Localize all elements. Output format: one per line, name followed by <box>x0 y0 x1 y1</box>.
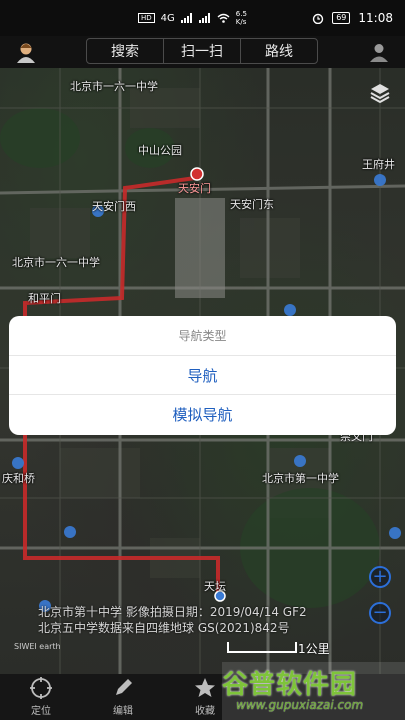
person-icon <box>370 44 388 62</box>
map-label: 北京市一六一中学 <box>12 256 100 269</box>
map-label: 天安门西 <box>92 200 136 213</box>
status-left: HD 4G 6.5 K/s <box>138 10 247 26</box>
crosshair-icon <box>30 677 52 699</box>
map-label: 和平门 <box>28 292 61 305</box>
top-bar: 搜索 扫一扫 路线 <box>0 36 405 68</box>
signal-icon <box>180 13 192 23</box>
map-label: 庆和桥 <box>2 472 35 485</box>
signal-icon-2 <box>198 13 210 23</box>
speed-indicator: 6.5 K/s <box>235 10 247 26</box>
map-label: 天安门 <box>178 182 211 195</box>
status-bar: HD 4G 6.5 K/s 69 11:08 <box>0 0 405 36</box>
hd-badge: HD <box>138 13 155 23</box>
layers-icon[interactable] <box>369 82 391 104</box>
alarm-icon <box>313 13 324 24</box>
zoom-out-button[interactable]: − <box>369 602 391 624</box>
locate-tab[interactable]: 定位 <box>0 674 82 720</box>
plus-icon: + <box>372 566 388 587</box>
simulate-navigate-option[interactable]: 模拟导航 <box>9 395 396 434</box>
scan-tab[interactable]: 扫一扫 <box>164 39 241 63</box>
map-label: 王府井 <box>362 158 395 171</box>
map-label: 中山公园 <box>138 144 182 157</box>
clock: 11:08 <box>358 11 393 25</box>
map-label: 天坛 <box>204 580 226 593</box>
map-label: 北京市第一中学 <box>262 472 339 485</box>
zoom-in-button[interactable]: + <box>369 566 391 588</box>
status-right: 69 11:08 <box>312 11 393 25</box>
watermark-title: 谷普软件园 <box>222 670 358 700</box>
watermark-url: www.gupuxiazai.com <box>236 698 364 712</box>
star-icon <box>195 678 215 697</box>
siwei-logo: SIWEI earth <box>14 642 61 651</box>
edit-tab[interactable]: 编辑 <box>82 674 164 720</box>
user-avatar-button[interactable] <box>12 38 40 66</box>
map-label: 天安门东 <box>230 198 274 211</box>
imagery-credit: 北京市第十中学 影像拍摄日期：2019/04/14 GF2 北京五中学数据来自四… <box>38 605 307 635</box>
map-label: 北京市一六一中学 <box>70 80 158 93</box>
top-segment-control: 搜索 扫一扫 路线 <box>86 38 318 64</box>
battery-indicator: 69 <box>332 12 351 24</box>
route-tab[interactable]: 路线 <box>241 39 317 63</box>
navigate-option[interactable]: 导航 <box>9 356 396 395</box>
pencil-icon <box>116 679 132 695</box>
account-button[interactable] <box>365 38 393 66</box>
search-tab[interactable]: 搜索 <box>87 39 164 63</box>
wifi-icon <box>217 13 230 23</box>
user-icon <box>17 43 35 63</box>
scale-label: 1公里 <box>298 642 330 656</box>
minus-icon: − <box>372 602 388 623</box>
navigation-type-dialog: 导航类型 导航 模拟导航 <box>9 316 396 435</box>
dialog-title: 导航类型 <box>9 316 396 356</box>
network-label: 4G <box>160 12 175 24</box>
